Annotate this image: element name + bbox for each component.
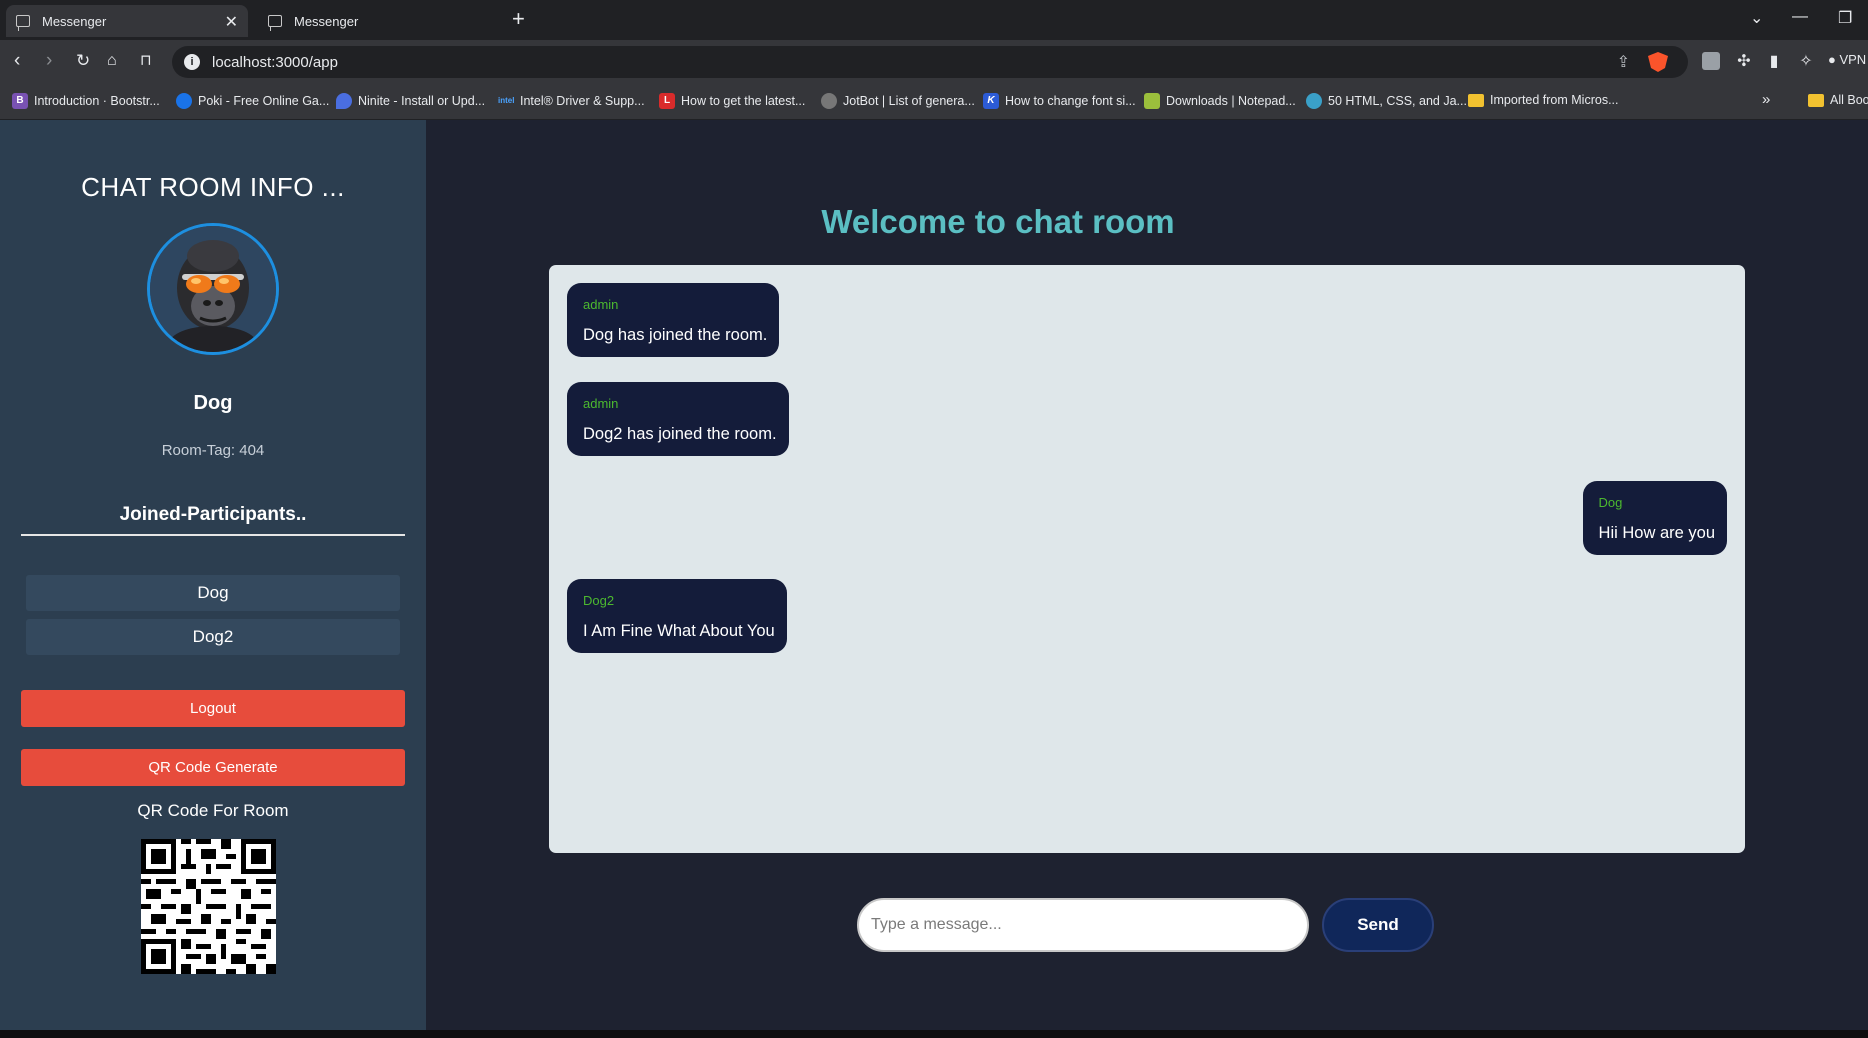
forward-icon[interactable]: › xyxy=(46,50,52,72)
chat-main: Welcome to chat room admin Dog has joine… xyxy=(426,120,1868,1038)
participants-heading: Joined-Participants.. xyxy=(21,504,405,536)
chat-icon xyxy=(16,15,30,31)
bookmarks-bar: B Introduction · Bootstr... Poki - Free … xyxy=(0,84,1868,120)
leo-ai-icon[interactable]: ✧ xyxy=(1796,52,1816,72)
site-info-icon[interactable]: i xyxy=(184,54,200,70)
bookmark-label: Poki - Free Online Ga... xyxy=(198,94,330,108)
folder-icon xyxy=(1468,93,1484,107)
brave-shields-icon[interactable] xyxy=(1648,52,1668,72)
tab-title: Messenger xyxy=(294,13,359,29)
message-input[interactable] xyxy=(857,898,1309,952)
bookmark-label: Introduction · Bootstr... xyxy=(34,94,160,108)
bookmark-item[interactable]: JotBot | List of genera... xyxy=(821,93,975,109)
avatar xyxy=(147,223,279,355)
tab-search-icon[interactable]: ⌄ xyxy=(1750,8,1763,28)
browser-tab-inactive[interactable]: Messenger xyxy=(258,5,498,37)
minimize-icon[interactable]: — xyxy=(1792,8,1808,26)
browser-tab-active[interactable]: Messenger ✕ xyxy=(6,5,248,37)
puzzle-icon[interactable]: ✣ xyxy=(1734,52,1754,72)
bookmark-item[interactable]: L How to get the latest... xyxy=(659,93,805,109)
bookmark-label: Ninite - Install or Upd... xyxy=(358,94,486,108)
back-icon[interactable]: ‹ xyxy=(14,50,20,72)
page-title: Welcome to chat room xyxy=(821,203,1175,240)
current-username: Dog xyxy=(193,392,233,414)
taskbar-edge xyxy=(0,1030,1868,1038)
room-tag-value: 404 xyxy=(239,442,265,459)
participant-item: Dog xyxy=(26,575,400,611)
bookmark-item[interactable]: Poki - Free Online Ga... xyxy=(176,93,329,109)
folder-icon xyxy=(1808,93,1824,107)
qr-code-title: QR Code For Room xyxy=(137,801,289,820)
new-tab-button[interactable]: + xyxy=(512,8,525,30)
bookmark-item[interactable]: intel Intel® Driver & Supp... xyxy=(498,93,645,109)
message-bubble: admin Dog2 has joined the room. xyxy=(567,382,789,456)
extension-icon[interactable] xyxy=(1702,52,1720,70)
message-sender: Dog xyxy=(1598,495,1623,510)
message-sender: admin xyxy=(583,396,619,411)
home-icon[interactable]: ⌂ xyxy=(107,50,117,72)
bookmark-item[interactable]: Ninite - Install or Upd... xyxy=(336,93,485,109)
bookmark-label: 50 HTML, CSS, and Ja... xyxy=(1328,94,1467,108)
bookmark-label: All Boo xyxy=(1830,93,1868,107)
vpn-button[interactable]: ● VPN xyxy=(1828,52,1866,67)
qr-generate-button[interactable]: QR Code Generate xyxy=(21,749,405,786)
message-text: Dog2 has joined the room. xyxy=(583,425,777,443)
message-text: I Am Fine What About You xyxy=(583,622,775,640)
message-bubble: admin Dog has joined the room. xyxy=(567,283,780,357)
restore-icon[interactable]: ❐ xyxy=(1838,8,1852,28)
more-bookmarks-icon[interactable]: » xyxy=(1762,91,1770,108)
room-qr-code xyxy=(141,839,276,974)
vpn-label: VPN xyxy=(1839,52,1867,67)
sidebar-title: CHAT ROOM INFO ... xyxy=(81,172,345,202)
logout-button[interactable]: Logout xyxy=(21,690,405,727)
tab-title: Messenger xyxy=(42,13,107,29)
browser-toolbar: ‹ › ↻ ⌂ ⊓ i localhost:3000/app ⇪ ✣ ▮ ✧ ●… xyxy=(0,40,1868,84)
room-tag-label: Room-Tag: xyxy=(161,442,236,459)
address-bar[interactable]: i localhost:3000/app ⇪ xyxy=(172,46,1688,78)
k-icon: K xyxy=(983,93,999,109)
bookmark-icon[interactable]: ⊓ xyxy=(140,50,152,72)
bootstrap-icon: B xyxy=(12,93,28,109)
poki-icon xyxy=(176,93,192,109)
message-text: Hii How are you xyxy=(1598,524,1715,542)
bookmark-item[interactable]: 50 HTML, CSS, and Ja... xyxy=(1306,93,1467,109)
send-button[interactable]: Send xyxy=(1322,898,1434,952)
close-icon[interactable]: ✕ xyxy=(225,12,238,32)
url-text: localhost:3000/app xyxy=(212,54,338,71)
bookmark-item[interactable]: Imported from Micros... xyxy=(1468,93,1619,107)
chat-icon xyxy=(268,15,282,31)
bookmark-label: Imported from Micros... xyxy=(1490,93,1619,107)
l-icon: L xyxy=(659,93,675,109)
bookmark-label: How to get the latest... xyxy=(681,94,806,108)
browser-tab-strip: Messenger ✕ Messenger + ⌄ — ❐ xyxy=(0,0,1868,40)
bookmark-label: Downloads | Notepad... xyxy=(1166,94,1296,108)
bookmark-item[interactable]: Downloads | Notepad... xyxy=(1144,93,1296,109)
participant-item: Dog2 xyxy=(26,619,400,655)
bookmark-item[interactable]: K How to change font si... xyxy=(983,93,1136,109)
message-bubble: Dog2 I Am Fine What About You xyxy=(567,579,787,653)
message-text: Dog has joined the room. xyxy=(583,326,768,344)
all-bookmarks-item[interactable]: All Boo xyxy=(1808,93,1868,107)
ninite-icon xyxy=(336,93,352,109)
chat-room-sidebar: CHAT ROOM INFO ... Dog Room-Tag: 404 Joi… xyxy=(0,120,426,1038)
globe-icon xyxy=(1306,93,1322,109)
message-sender: admin xyxy=(583,297,619,312)
bookmark-label: JotBot | List of genera... xyxy=(843,94,975,108)
bookmark-item[interactable]: B Introduction · Bootstr... xyxy=(12,93,160,109)
notepad-icon xyxy=(1144,93,1160,109)
bookmark-label: How to change font si... xyxy=(1005,94,1136,108)
bookmark-label: Intel® Driver & Supp... xyxy=(520,94,645,108)
room-tag: Room-Tag: 404 xyxy=(0,442,426,459)
reload-icon[interactable]: ↻ xyxy=(76,50,90,72)
message-bubble-own: Dog Hii How are you xyxy=(1582,481,1727,555)
intel-icon: intel xyxy=(498,96,515,105)
jotbot-icon xyxy=(821,93,837,109)
gorilla-avatar-icon xyxy=(150,226,276,352)
message-list[interactable]: admin Dog has joined the room. admin Dog… xyxy=(549,265,1745,853)
sidebar-toggle-icon[interactable]: ▮ xyxy=(1764,52,1784,72)
share-icon[interactable]: ⇪ xyxy=(1617,52,1630,72)
qr-code-icon xyxy=(141,839,276,974)
message-sender: Dog2 xyxy=(583,593,615,608)
